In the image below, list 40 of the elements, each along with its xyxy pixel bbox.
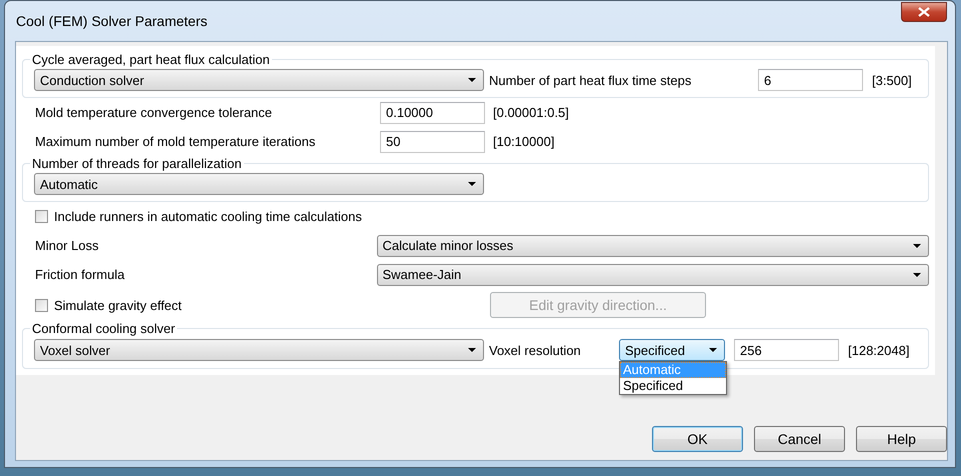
- dropdown[interactable]: Swamee-Jain: [376, 264, 929, 286]
- time-steps-field[interactable]: 6: [758, 69, 863, 91]
- checkbox-label: Include runners in automatic cooling time calculations: [54, 209, 362, 224]
- resolution-field[interactable]: 256: [734, 339, 839, 361]
- field-label: Mold temperature convergence tolerance: [35, 105, 274, 120]
- group-title: Cycle averaged, part heat flux calculation: [31, 52, 271, 67]
- range-hint: [10:10000]: [493, 134, 554, 149]
- checkbox-label: Simulate gravity effect: [54, 298, 182, 312]
- group-title: Number of threads for parallelization: [31, 156, 243, 171]
- caret-icon: [468, 78, 476, 82]
- field-label: Number of part heat flux time steps: [489, 72, 692, 88]
- field-label: Friction formula: [35, 267, 126, 282]
- caret-icon: [913, 272, 921, 276]
- input-field[interactable]: 50: [380, 130, 485, 152]
- dropdown[interactable]: Conduction solver: [34, 69, 484, 91]
- range-hint: [0.00001:0.5]: [493, 105, 569, 120]
- range-hint: [3:500]: [872, 72, 912, 88]
- field-label: Minor Loss: [35, 238, 100, 253]
- input-field[interactable]: 0.10000: [380, 102, 485, 124]
- dropdown[interactable]: Calculate minor losses: [376, 234, 929, 256]
- dropdown[interactable]: Voxel solver: [34, 339, 484, 361]
- caret-icon: [709, 348, 717, 352]
- dialog-button[interactable]: Help: [856, 426, 947, 452]
- field-label: Voxel resolution: [489, 342, 582, 358]
- close-button[interactable]: [901, 2, 947, 22]
- checkbox[interactable]: [35, 298, 48, 312]
- field-label: Maximum number of mold temperature iterations: [35, 134, 316, 149]
- caret-icon: [913, 244, 921, 248]
- caret-icon: [468, 348, 476, 352]
- window-title: Cool (FEM) Solver Parameters: [16, 13, 208, 29]
- group-title: Conformal cooling solver: [31, 321, 176, 336]
- dropdown-option[interactable]: Specificed: [620, 378, 726, 394]
- dropdown[interactable]: Automatic: [34, 173, 484, 195]
- caret-icon: [468, 182, 476, 186]
- dialog-button[interactable]: Cancel: [754, 426, 845, 452]
- dialog-button[interactable]: OK: [652, 426, 743, 452]
- checkbox[interactable]: [35, 210, 48, 223]
- range-hint: [128:2048]: [848, 342, 910, 358]
- close-icon: [918, 7, 930, 17]
- dropdown[interactable]: Specificed: [619, 339, 725, 361]
